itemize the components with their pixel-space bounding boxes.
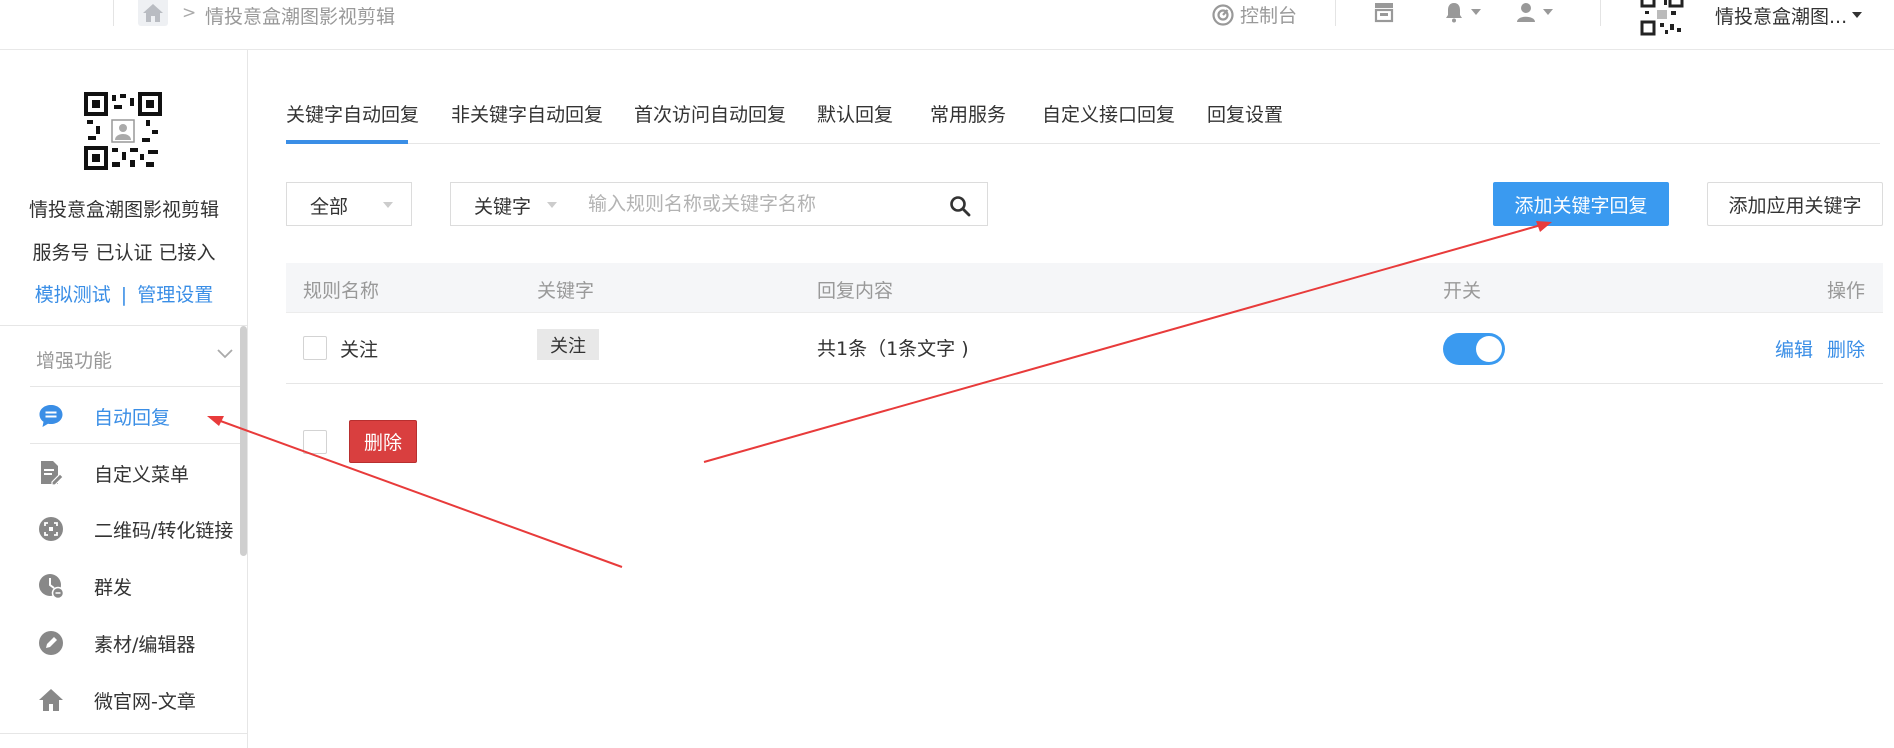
search-type-select[interactable]: 关键字 — [450, 182, 574, 226]
tab-non-keyword-reply[interactable]: 非关键字自动回复 — [451, 100, 603, 127]
add-keyword-reply-button[interactable]: 添加关键字回复 — [1493, 182, 1669, 226]
column-header-reply-content: 回复内容 — [817, 280, 894, 302]
breadcrumb-current[interactable]: 情投意盒潮图影视剪辑 — [205, 2, 395, 29]
account-name[interactable]: 情投意盒潮图... — [1715, 2, 1847, 29]
topbar-divider — [1600, 0, 1601, 26]
sidebar: 情投意盒潮图影视剪辑 服务号 已认证 已接入 模拟测试 | 管理设置 增强功能 自动… — [0, 50, 248, 748]
sidebar-item-label: 自定义菜单 — [94, 464, 190, 486]
tabs-divider — [286, 143, 1880, 144]
active-tab-indicator — [286, 140, 408, 144]
console-link[interactable]: 控制台 — [1212, 1, 1297, 28]
search-type-value: 关键字 — [474, 196, 532, 218]
sidebar-divider — [30, 386, 240, 387]
account-title: 情投意盒潮图影视剪辑 — [28, 199, 219, 221]
account-links: 模拟测试 | 管理设置 — [0, 280, 248, 307]
keyword-tag: 关注 — [537, 329, 599, 360]
tab-first-visit-reply[interactable]: 首次访问自动回复 — [634, 100, 786, 127]
app-root: > 情投意盒潮图影视剪辑 控制台 情投意盒潮图... 情投意盒潮图影视剪辑 服务… — [0, 0, 1894, 748]
search-input[interactable] — [573, 182, 988, 226]
qr-code-icon — [1640, 0, 1684, 36]
column-header-switch: 开关 — [1443, 280, 1482, 302]
user-icon — [1517, 3, 1535, 22]
table-header: 规则名称 关键字 回复内容 开关 操作 — [286, 263, 1883, 313]
column-header-keyword: 关键字 — [537, 280, 595, 302]
sidebar-divider — [0, 325, 248, 326]
sidebar-item-label: 二维码/转化链接 — [94, 520, 234, 542]
store-icon — [1374, 3, 1394, 23]
account-status: 服务号 已认证 已接入 — [32, 242, 216, 264]
column-header-actions: 操作 — [1827, 280, 1866, 302]
manage-settings-link[interactable]: 管理设置 — [137, 284, 213, 306]
annotation-arrow-to-auto-reply — [214, 418, 623, 568]
caret-down-icon — [383, 202, 393, 208]
sidebar-divider — [0, 733, 248, 734]
account-avatar[interactable] — [1640, 0, 1684, 36]
bulk-delete-button[interactable]: 删除 — [349, 420, 417, 463]
topbar-divider — [1335, 0, 1336, 26]
sidebar-divider — [30, 443, 240, 444]
speedometer-icon — [1212, 3, 1234, 26]
row-checkbox[interactable] — [303, 336, 327, 360]
sidebar-scrollbar[interactable] — [240, 326, 247, 556]
caret-down-icon — [1543, 9, 1553, 15]
caret-down-icon[interactable] — [1852, 12, 1862, 18]
chevron-down-icon[interactable] — [216, 344, 234, 362]
store-button[interactable] — [1373, 1, 1395, 23]
house-icon — [39, 689, 63, 711]
sidebar-item-micro-site[interactable]: 微官网-文章 — [0, 672, 240, 728]
tab-common-services[interactable]: 常用服务 — [930, 100, 1006, 127]
sidebar-item-label: 微官网-文章 — [94, 691, 196, 713]
sidebar-item-auto-reply[interactable]: 自动回复 — [0, 388, 240, 444]
console-label: 控制台 — [1240, 5, 1298, 27]
tab-custom-api-reply[interactable]: 自定义接口回复 — [1042, 100, 1175, 127]
user-menu-button[interactable] — [1515, 1, 1553, 23]
rule-name-cell: 关注 — [340, 339, 379, 361]
sidebar-item-label: 自动回复 — [94, 407, 171, 429]
table-row: 关注 关注 共1条（1条文字 ) 编辑 删除 — [286, 313, 1883, 384]
tab-reply-settings[interactable]: 回复设置 — [1207, 100, 1283, 127]
select-all-checkbox[interactable] — [303, 430, 327, 454]
add-app-keyword-button[interactable]: 添加应用关键字 — [1707, 182, 1883, 226]
sidebar-item-custom-menu[interactable]: 自定义菜单 — [0, 445, 240, 501]
tab-keyword-reply[interactable]: 关键字自动回复 — [286, 100, 419, 127]
home-icon — [143, 4, 163, 22]
toggle-knob — [1476, 336, 1502, 362]
sidebar-item-broadcast[interactable]: 群发 — [0, 558, 240, 614]
edit-link[interactable]: 编辑 — [1775, 335, 1813, 362]
link-separator: | — [120, 284, 128, 306]
top-bar: > 情投意盒潮图影视剪辑 控制台 情投意盒潮图... — [0, 0, 1894, 50]
topbar-divider — [113, 0, 114, 26]
section-title[interactable]: 增强功能 — [36, 346, 236, 373]
caret-down-icon — [1471, 9, 1481, 15]
sidebar-item-label: 群发 — [94, 577, 133, 599]
clock-send-icon — [39, 574, 64, 599]
sidebar-item-materials[interactable]: 素材/编辑器 — [0, 615, 240, 671]
sidebar-item-label: 素材/编辑器 — [94, 634, 196, 656]
reply-content-cell: 共1条（1条文字 ) — [817, 338, 969, 360]
chevron-right-icon: > — [182, 3, 197, 23]
chat-bubble-icon — [39, 405, 63, 427]
caret-down-icon — [547, 202, 557, 208]
sidebar-item-qrcode[interactable]: 二维码/转化链接 — [0, 501, 240, 557]
search-icon[interactable] — [948, 194, 972, 218]
scope-select[interactable]: 全部 — [286, 182, 412, 226]
scope-select-value: 全部 — [310, 196, 349, 218]
qr-scan-icon — [39, 517, 63, 541]
notifications-button[interactable] — [1443, 1, 1481, 23]
tab-default-reply[interactable]: 默认回复 — [817, 100, 893, 127]
pencil-icon — [39, 631, 63, 655]
delete-link[interactable]: 删除 — [1827, 335, 1865, 362]
simulate-test-link[interactable]: 模拟测试 — [35, 284, 111, 306]
rule-switch-toggle[interactable] — [1443, 333, 1505, 365]
column-header-rule-name: 规则名称 — [303, 280, 380, 302]
document-edit-icon — [41, 461, 64, 486]
bell-icon — [1446, 3, 1462, 23]
account-qr-code — [84, 92, 162, 170]
home-button[interactable] — [138, 0, 168, 26]
